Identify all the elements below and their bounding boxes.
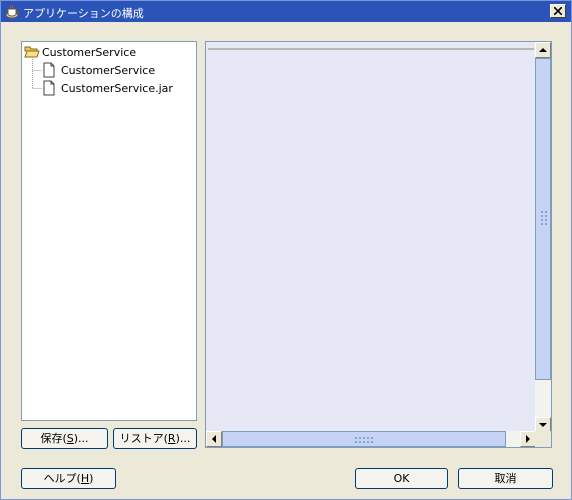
- restore-suffix: )...: [175, 432, 191, 445]
- save-label: 保存(: [40, 432, 67, 445]
- scrollbar-corner: [535, 431, 551, 447]
- tree-node-root[interactable]: CustomerService: [24, 44, 194, 60]
- save-mnemonic: S: [66, 432, 74, 445]
- document-icon: [42, 80, 56, 99]
- restore-mnemonic: R: [167, 432, 176, 445]
- tree-node-label: CustomerService: [42, 46, 137, 59]
- tree-node-child[interactable]: CustomerService.jar: [42, 80, 192, 96]
- ok-button[interactable]: OK: [355, 468, 448, 489]
- scroll-up-button[interactable]: [535, 42, 551, 58]
- dialog-window: アプリケーションの構成 CustomerService CustomerServ…: [0, 0, 572, 500]
- tree-node-child[interactable]: CustomerService: [42, 62, 192, 78]
- close-button[interactable]: [550, 4, 566, 18]
- window-title: アプリケーションの構成: [23, 7, 144, 20]
- help-label: ヘルプ(: [43, 472, 81, 485]
- help-button[interactable]: ヘルプ(H): [21, 468, 116, 489]
- vertical-scroll-thumb[interactable]: [535, 58, 551, 380]
- tree-node-label: CustomerService: [61, 64, 156, 77]
- help-mnemonic: H: [80, 472, 90, 485]
- restore-button[interactable]: リストア(R)...: [113, 428, 197, 449]
- arrow-right-icon: [526, 435, 530, 443]
- cancel-button[interactable]: 取消: [458, 468, 553, 489]
- cancel-label: 取消: [494, 472, 517, 485]
- help-suffix: ): [89, 472, 94, 485]
- content-panel[interactable]: [205, 41, 552, 448]
- save-suffix: )...: [73, 432, 89, 445]
- restore-label: リストア(: [119, 432, 168, 445]
- scroll-left-button[interactable]: [206, 431, 222, 447]
- grip-icon: [355, 437, 373, 443]
- arrow-down-icon: [539, 423, 547, 427]
- folder-open-icon: [24, 45, 40, 62]
- content-area: [208, 48, 534, 434]
- save-button[interactable]: 保存(S)...: [21, 428, 108, 449]
- scroll-right-button[interactable]: [520, 431, 536, 447]
- vertical-scrollbar[interactable]: [535, 42, 551, 433]
- horizontal-scrollbar[interactable]: [206, 431, 536, 447]
- title-bar[interactable]: アプリケーションの構成: [1, 1, 571, 22]
- arrow-left-icon: [212, 435, 216, 443]
- document-icon: [42, 62, 56, 81]
- grip-icon: [541, 211, 547, 225]
- java-cup-icon: [5, 4, 20, 19]
- arrow-up-icon: [539, 48, 547, 52]
- ok-label: OK: [393, 472, 410, 485]
- close-icon: [554, 7, 562, 15]
- application-tree[interactable]: CustomerService CustomerService Customer…: [21, 41, 197, 421]
- tree-node-label: CustomerService.jar: [61, 82, 173, 95]
- horizontal-scroll-thumb[interactable]: [222, 431, 506, 447]
